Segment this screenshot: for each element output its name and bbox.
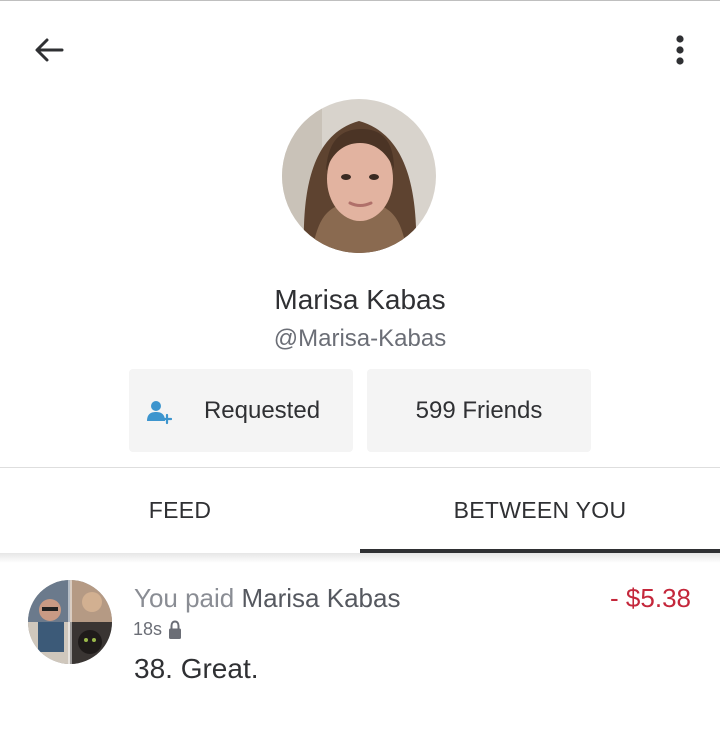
lock-icon bbox=[169, 619, 182, 639]
transaction-amount: - $5.38 bbox=[610, 583, 691, 613]
profile-handle: @Marisa-Kabas bbox=[273, 325, 447, 352]
tab-between-you[interactable]: BETWEEN YOU bbox=[360, 468, 720, 553]
profile-avatar bbox=[282, 99, 436, 253]
top-divider bbox=[0, 0, 720, 1]
tab-feed[interactable]: FEED bbox=[0, 468, 360, 553]
more-options-button[interactable] bbox=[656, 28, 704, 72]
person-add-icon bbox=[147, 401, 172, 425]
transaction-title: You paid Marisa Kabas bbox=[134, 583, 400, 614]
transaction-avatar[interactable] bbox=[28, 580, 112, 664]
transaction-meta: 18s bbox=[133, 619, 182, 640]
friends-count-label: 599 Friends bbox=[415, 396, 543, 424]
friend-request-label: Requested bbox=[203, 396, 321, 424]
more-vertical-icon bbox=[676, 35, 684, 65]
arrow-left-icon bbox=[35, 38, 64, 62]
friend-request-button[interactable]: Requested bbox=[129, 369, 353, 452]
profile-name: Marisa Kabas bbox=[274, 284, 446, 315]
transaction-note: 38. Great. bbox=[134, 653, 259, 684]
profile-tabs: FEED BETWEEN YOU bbox=[0, 468, 720, 553]
transaction-counterparty[interactable]: Marisa Kabas bbox=[241, 583, 400, 613]
transaction-time: 18s bbox=[133, 619, 163, 639]
friends-count-button[interactable]: 599 Friends bbox=[367, 369, 591, 452]
transaction-prefix: You paid bbox=[134, 583, 242, 613]
tabs-shadow bbox=[0, 553, 720, 563]
back-button[interactable] bbox=[22, 28, 76, 72]
